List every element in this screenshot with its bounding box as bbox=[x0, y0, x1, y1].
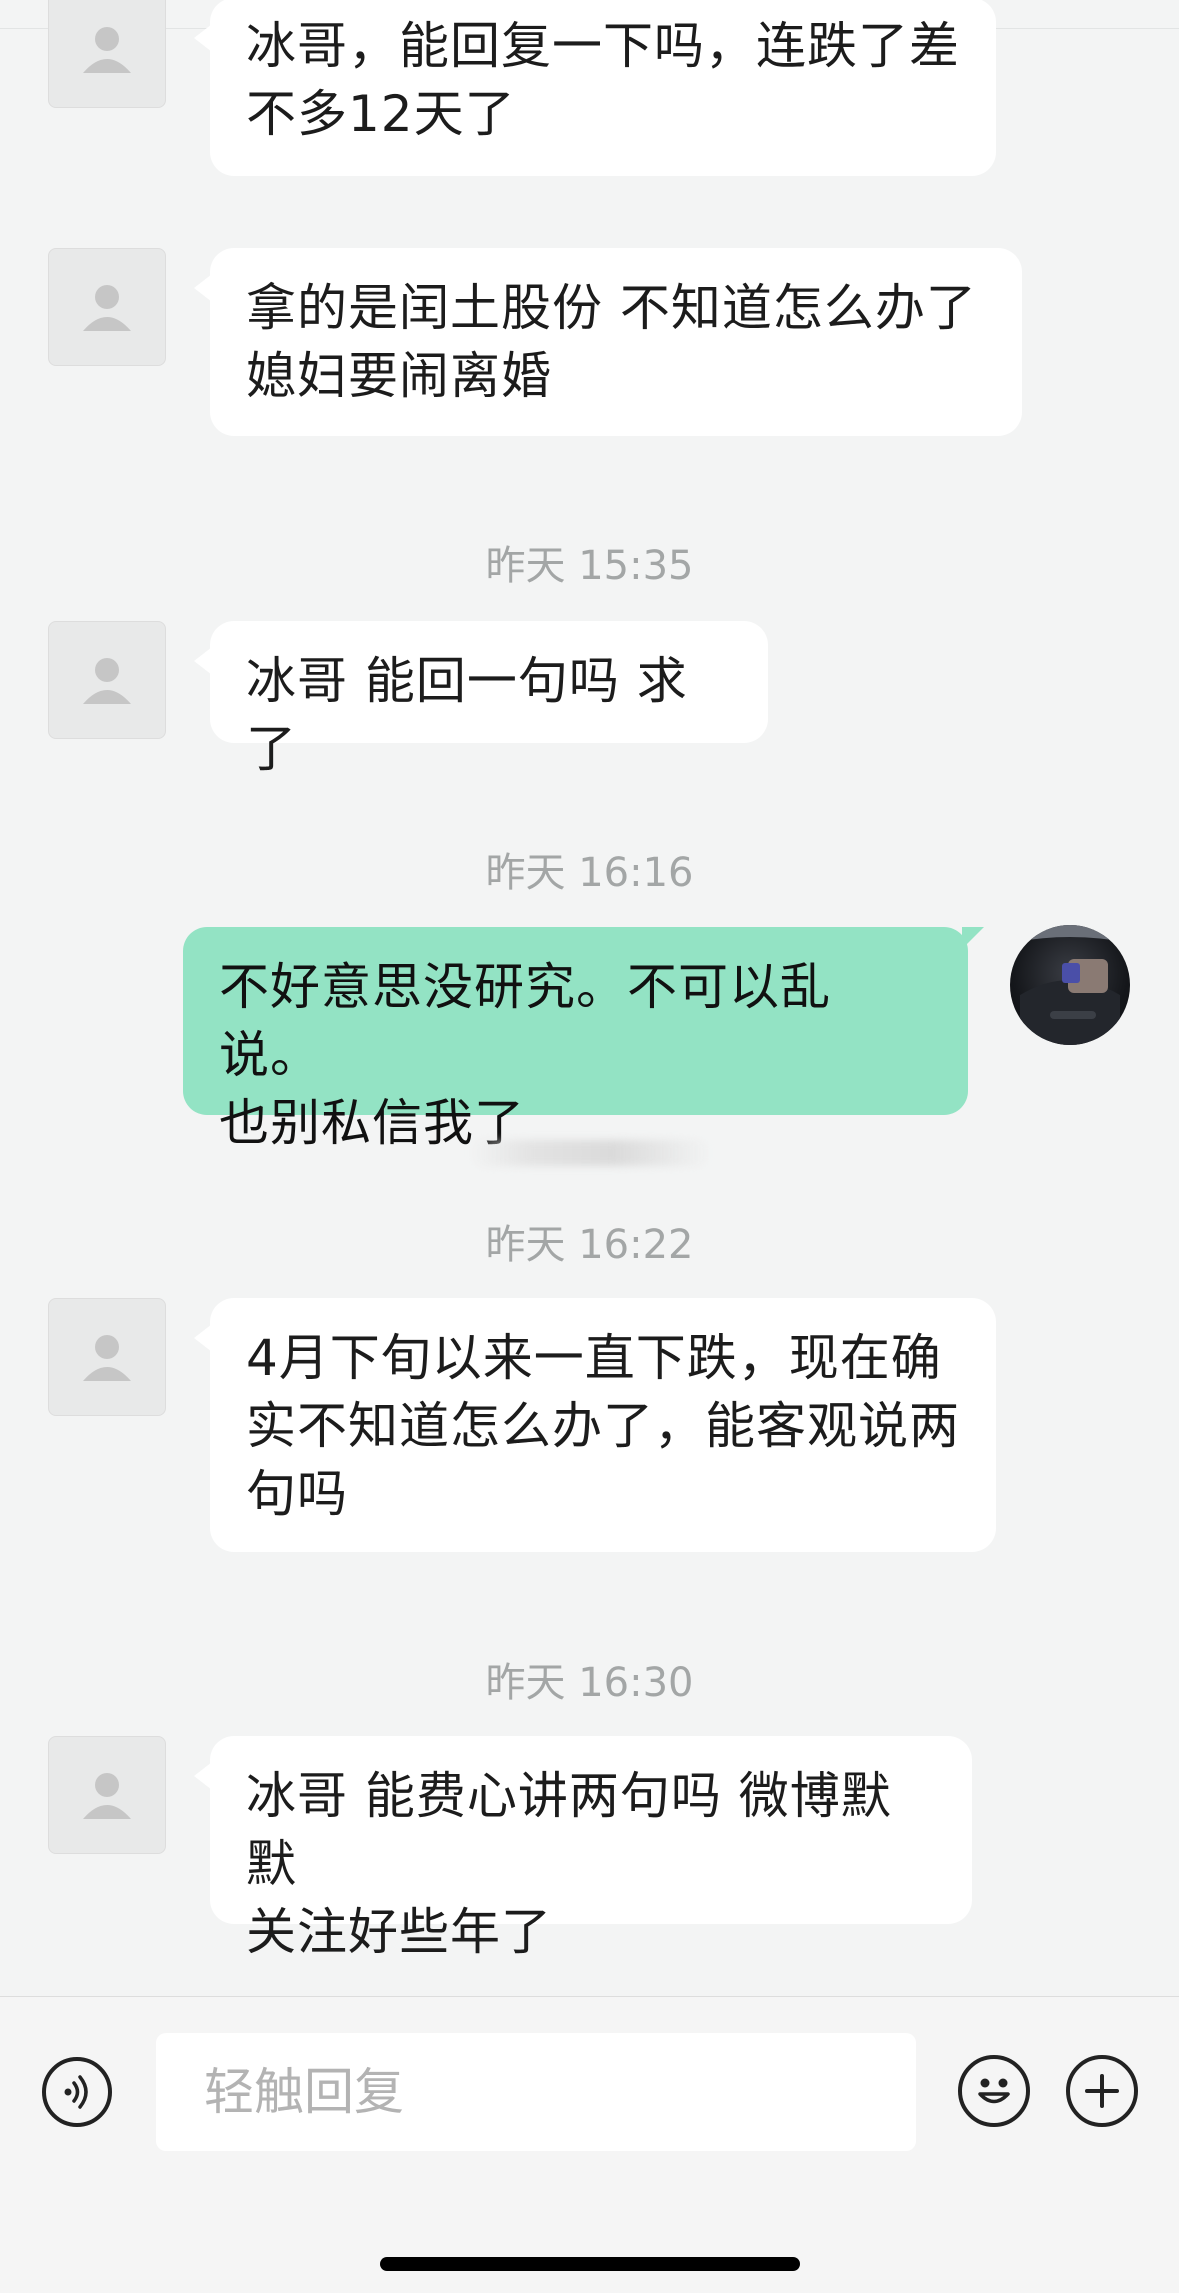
message-text-line: 媳妇要闹离婚 bbox=[246, 347, 552, 405]
timestamp: 昨天 16:22 bbox=[485, 1222, 694, 1268]
blurred-status bbox=[470, 1140, 710, 1166]
home-indicator[interactable] bbox=[380, 2257, 800, 2271]
person-icon bbox=[83, 658, 131, 704]
person-icon bbox=[83, 285, 131, 331]
voice-button[interactable] bbox=[42, 2057, 112, 2127]
message-bubble[interactable]: 冰哥，能回复一下吗，连跌了差 不多12天了 bbox=[194, 0, 996, 176]
contact-avatar[interactable] bbox=[48, 1298, 166, 1416]
message-text-line: 拿的是闰土股份 不知道怎么办了 bbox=[246, 279, 977, 337]
user-photo-icon bbox=[1010, 925, 1130, 1045]
plus-icon bbox=[1085, 2074, 1119, 2108]
message-bubble[interactable]: 冰哥 能费心讲两句吗 微博默默 关注好些年了 bbox=[194, 1736, 972, 1961]
message-bubble[interactable]: 冰哥 能回一句吗 求了 bbox=[194, 621, 768, 778]
timestamp: 昨天 16:30 bbox=[485, 1660, 694, 1706]
chat-area[interactable]: 冰哥，能回复一下吗，连跌了差 不多12天了 拿的是闰土股份 不知道怎么办了 媳妇… bbox=[0, 0, 1179, 1996]
input-bar bbox=[0, 1996, 1179, 2293]
message-text-line: 关注好些年了 bbox=[246, 1903, 552, 1961]
person-icon bbox=[83, 27, 131, 73]
message-text-line: 句吗 bbox=[246, 1465, 348, 1523]
user-avatar[interactable] bbox=[1010, 925, 1130, 1045]
voice-icon bbox=[64, 2075, 88, 2109]
message-text-line: 实不知道怎么办了，能客观说两 bbox=[246, 1397, 960, 1455]
emoji-button[interactable] bbox=[958, 2055, 1030, 2127]
message-bubble[interactable]: 4月下旬以来一直下跌，现在确 实不知道怎么办了，能客观说两 句吗 bbox=[194, 1298, 996, 1552]
message-text-line: 冰哥 能回一句吗 求了 bbox=[246, 652, 688, 778]
message-text-line: 不多12天了 bbox=[246, 85, 516, 143]
timestamp: 昨天 15:35 bbox=[485, 543, 694, 589]
message-bubble[interactable]: 不好意思没研究。不可以乱说。 也别私信我了 bbox=[183, 927, 984, 1152]
contact-avatar[interactable] bbox=[48, 1736, 166, 1854]
contact-avatar[interactable] bbox=[48, 621, 166, 739]
contact-avatar[interactable] bbox=[48, 0, 166, 108]
message-text-line: 冰哥，能回复一下吗，连跌了差 bbox=[246, 17, 960, 75]
message-bubble[interactable]: 拿的是闰土股份 不知道怎么办了 媳妇要闹离婚 bbox=[194, 248, 1022, 436]
person-icon bbox=[83, 1773, 131, 1819]
message-text-line: 不好意思没研究。不可以乱说。 bbox=[219, 958, 831, 1084]
plus-button[interactable] bbox=[1066, 2055, 1138, 2127]
person-icon bbox=[83, 1335, 131, 1381]
emoji-icon bbox=[978, 2078, 1010, 2104]
message-text-line: 冰哥 能费心讲两句吗 微博默默 bbox=[246, 1767, 892, 1893]
message-text-line: 4月下旬以来一直下跌，现在确 bbox=[246, 1329, 942, 1387]
contact-avatar[interactable] bbox=[48, 248, 166, 366]
timestamp: 昨天 16:16 bbox=[485, 850, 694, 896]
reply-input[interactable] bbox=[156, 2033, 916, 2151]
